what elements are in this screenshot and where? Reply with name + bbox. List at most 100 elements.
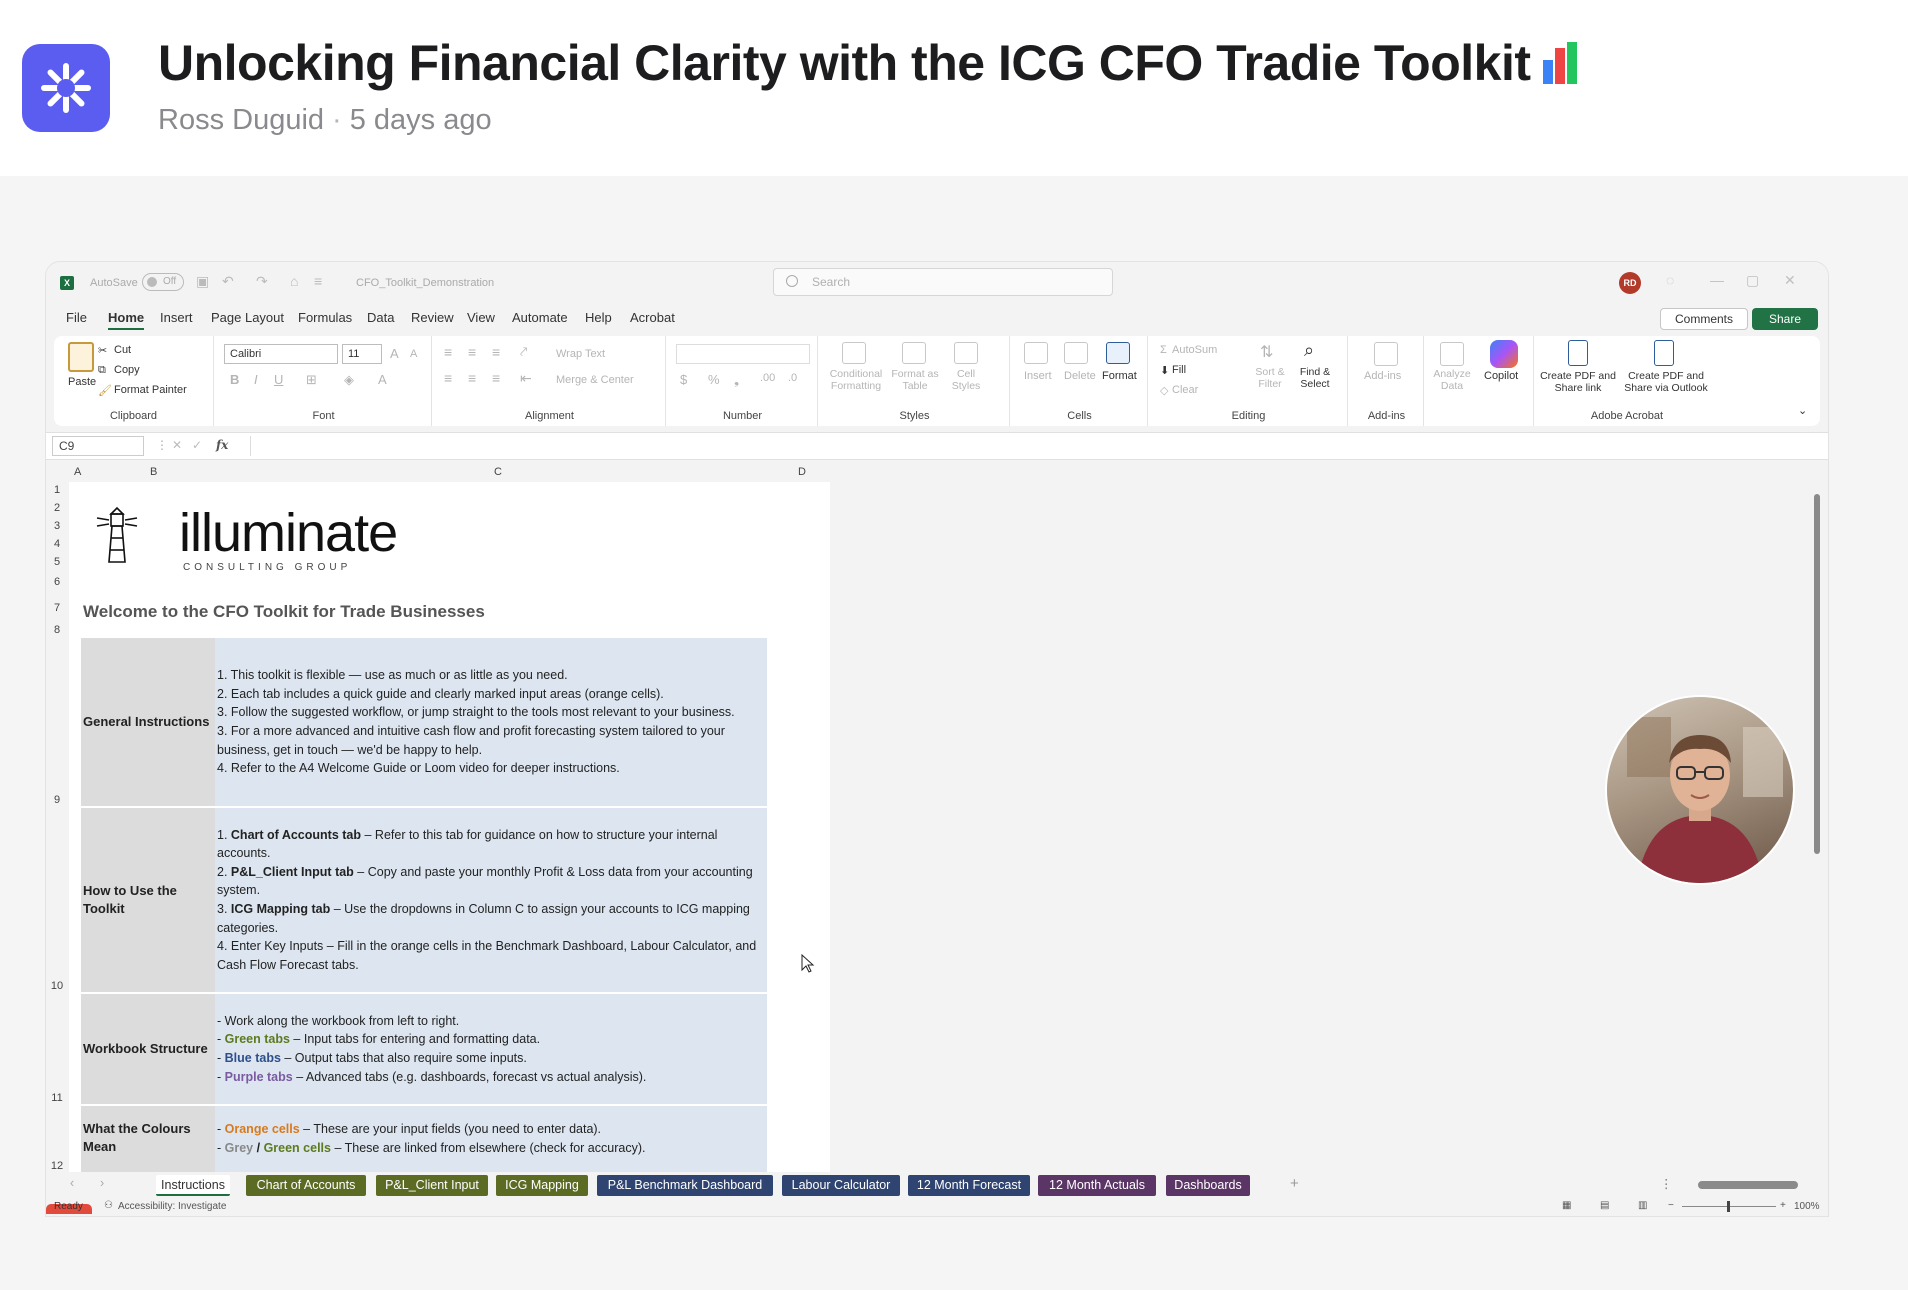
menu-insert[interactable]: Insert [160,310,193,325]
decrease-font-icon[interactable]: A [410,348,417,360]
more-icon[interactable]: ⋮ [156,438,168,452]
row-header[interactable]: 12 [46,1160,68,1172]
analyze-data-button[interactable]: Analyze Data [1430,368,1474,392]
column-header-a[interactable]: A [74,466,81,478]
conditional-formatting-icon[interactable] [842,342,866,364]
redo-icon[interactable]: ↷ [256,273,268,290]
increase-decimal-icon[interactable]: .00 [760,372,775,384]
row-header[interactable]: 2 [46,502,68,514]
menu-view[interactable]: View [467,310,495,325]
tab-pl-benchmark-dashboard[interactable]: P&L Benchmark Dashboard [597,1175,773,1196]
cut-icon[interactable]: ✂ [98,344,107,357]
share-button[interactable]: Share [1752,308,1818,330]
customize-icon[interactable]: ≡ [314,273,322,289]
tab-12-month-forecast[interactable]: 12 Month Forecast [908,1175,1030,1196]
font-size-select[interactable]: 11 [342,344,382,364]
undo-icon[interactable]: ↶ [222,273,234,290]
cell-styles-icon[interactable] [954,342,978,364]
menu-formulas[interactable]: Formulas [298,310,352,325]
find-icon[interactable]: ⌕ [1304,340,1314,361]
menu-file[interactable]: File [66,310,87,325]
menu-data[interactable]: Data [367,310,394,325]
function-icon[interactable]: fx [216,438,228,452]
wrap-text-button[interactable]: Wrap Text [556,348,605,360]
accessibility-icon[interactable]: ⚇ [104,1200,113,1211]
align-middle-icon[interactable]: ≡ [468,344,476,360]
tab-chart-of-accounts[interactable]: Chart of Accounts [246,1175,366,1196]
maximize-icon[interactable]: ▢ [1746,272,1759,289]
zoom-in-icon[interactable]: + [1780,1200,1786,1211]
paste-icon[interactable] [68,342,94,372]
row-header[interactable]: 11 [46,1092,68,1104]
clear-icon[interactable]: ◇ [1160,384,1168,397]
font-name-select[interactable]: Calibri [224,344,338,364]
merge-center-button[interactable]: Merge & Center [556,374,634,386]
column-header-b[interactable]: B [150,466,157,478]
fill-button[interactable]: Fill [1172,364,1186,376]
pdf-link-icon[interactable] [1568,340,1588,366]
create-pdf-link-button[interactable]: Create PDF and Share link [1536,370,1620,394]
row-header[interactable]: 3 [46,520,68,532]
format-painter-icon[interactable]: 🖌 [98,384,112,397]
horizontal-scroll-thumb[interactable] [1698,1181,1798,1189]
minimize-icon[interactable]: — [1710,272,1724,288]
copy-button[interactable]: Copy [114,364,140,376]
sort-filter-icon[interactable]: ⇅ [1260,342,1273,362]
next-sheet-icon[interactable]: › [100,1176,104,1190]
tab-instructions[interactable]: Instructions [156,1175,230,1196]
delete-cells-button[interactable]: Delete [1064,370,1096,382]
prev-sheet-icon[interactable]: ‹ [70,1176,74,1190]
addins-icon[interactable] [1374,342,1398,366]
tab-labour-calculator[interactable]: Labour Calculator [782,1175,900,1196]
copilot-button[interactable]: Copilot [1484,370,1518,382]
add-sheet-icon[interactable]: + [1290,1175,1299,1192]
menu-acrobat[interactable]: Acrobat [630,310,675,325]
conditional-formatting-button[interactable]: Conditional Formatting [824,368,888,392]
underline-icon[interactable]: U [274,372,283,387]
comma-icon[interactable]: ❟ [734,372,739,388]
currency-icon[interactable]: $ [680,372,687,387]
align-right-icon[interactable]: ≡ [492,370,500,386]
table-row[interactable]: How to Use the Toolkit 1. Chart of Accou… [81,808,767,992]
name-box[interactable]: C9 [52,436,144,456]
menu-page-layout[interactable]: Page Layout [211,310,284,325]
save-icon[interactable]: ▣ [196,273,209,290]
zoom-slider[interactable] [1682,1201,1776,1212]
menu-help[interactable]: Help [585,310,612,325]
clear-button[interactable]: Clear [1172,384,1198,396]
collapse-ribbon-icon[interactable]: ⌄ [1798,404,1807,417]
avatar[interactable]: RD [1619,272,1641,294]
increase-font-icon[interactable]: A [390,346,399,361]
insert-cells-icon[interactable] [1024,342,1048,364]
orientation-icon[interactable]: ⤤ [520,344,527,360]
scroll-thumb[interactable] [1814,494,1820,854]
fill-color-icon[interactable]: ◈ [344,372,354,388]
format-cells-icon[interactable] [1106,342,1130,364]
format-table-icon[interactable] [902,342,926,364]
cancel-entry-icon[interactable]: ✕ [172,438,182,452]
number-format-select[interactable] [676,344,810,364]
confirm-entry-icon[interactable]: ✓ [192,438,202,452]
addins-button[interactable]: Add-ins [1364,370,1401,382]
app-logo-icon[interactable] [22,44,110,132]
page-break-view-icon[interactable]: ▥ [1638,1200,1647,1211]
delete-cells-icon[interactable] [1064,342,1088,364]
row-header[interactable]: 8 [46,624,68,636]
insert-cells-button[interactable]: Insert [1024,370,1052,382]
menu-home[interactable]: Home [108,310,145,330]
fill-icon[interactable]: ⬇ [1160,364,1169,377]
menu-review[interactable]: Review [411,310,454,325]
find-select-button[interactable]: Find & Select [1290,366,1340,390]
comments-button[interactable]: Comments [1660,308,1748,330]
font-color-icon[interactable]: A [378,372,387,387]
cut-button[interactable]: Cut [114,344,131,356]
indent-icon[interactable]: ⇤ [520,370,532,387]
quick-access-icon[interactable]: ⌂ [290,273,298,289]
cell-styles-button[interactable]: Cell Styles [948,368,984,392]
autosave-toggle[interactable]: Off [142,273,184,291]
vertical-scrollbar[interactable] [1812,482,1822,1172]
row-header[interactable]: 4 [46,538,68,550]
italic-icon[interactable]: I [254,372,258,387]
table-row[interactable]: What the Colours Mean - Orange cells – T… [81,1106,767,1172]
copilot-icon[interactable] [1490,340,1518,368]
